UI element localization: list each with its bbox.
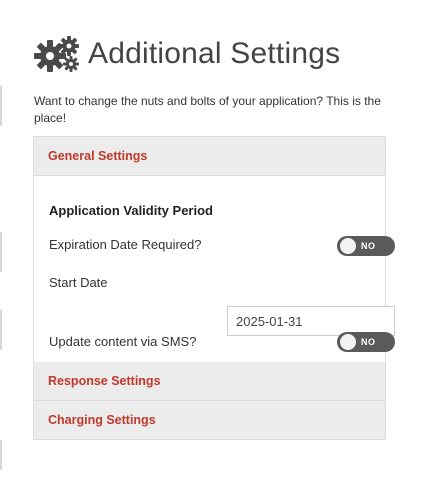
left-edge-mark xyxy=(0,310,2,350)
start-date-label: Start Date xyxy=(49,275,108,290)
page-header: Additional Settings xyxy=(34,34,340,74)
section-header-charging-settings[interactable]: Charging Settings xyxy=(34,401,385,439)
section-header-general-settings[interactable]: General Settings xyxy=(34,137,385,176)
toggle-knob xyxy=(340,238,356,254)
expiration-date-toggle[interactable]: NO xyxy=(337,236,395,256)
validity-period-title: Application Validity Period xyxy=(49,203,213,218)
expiration-date-label: Expiration Date Required? xyxy=(49,237,202,252)
sms-update-label: Update content via SMS? xyxy=(49,334,197,349)
page-title: Additional Settings xyxy=(88,37,341,70)
gears-icon xyxy=(34,36,79,72)
left-edge-mark xyxy=(0,440,2,470)
toggle-state-label: NO xyxy=(361,337,376,347)
section-header-response-settings[interactable]: Response Settings xyxy=(34,362,385,401)
general-settings-body: Application Validity Period Expiration D… xyxy=(34,176,395,362)
page-subtitle: Want to change the nuts and bolts of you… xyxy=(34,94,381,125)
toggle-knob xyxy=(340,334,356,350)
toggle-state-label: NO xyxy=(361,241,376,251)
left-edge-mark xyxy=(0,232,2,272)
sms-update-toggle[interactable]: NO xyxy=(337,332,395,352)
settings-panel: General Settings Application Validity Pe… xyxy=(33,136,395,440)
left-edge-mark xyxy=(0,86,2,126)
